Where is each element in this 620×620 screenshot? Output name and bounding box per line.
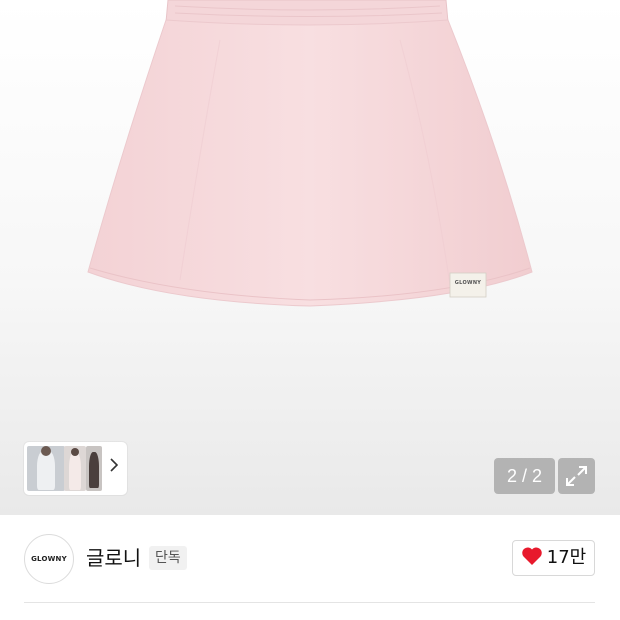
chevron-right-icon[interactable] bbox=[110, 457, 119, 477]
image-pager: 2 / 2 bbox=[494, 458, 555, 494]
thumbnail-2[interactable] bbox=[64, 446, 86, 491]
skirt-brand-tag: GLOWNY bbox=[454, 280, 482, 286]
thumbnail-3[interactable] bbox=[86, 446, 102, 491]
thumbnail-1[interactable] bbox=[27, 446, 65, 491]
brand-row: GLOWNY 글로니 단독 17만 bbox=[0, 515, 620, 602]
product-image-gallery[interactable]: GLOWNY 2 / 2 bbox=[0, 0, 620, 515]
thumbnail-strip[interactable] bbox=[24, 442, 127, 495]
divider bbox=[24, 602, 595, 603]
product-image bbox=[87, 0, 533, 307]
like-count: 17만 bbox=[546, 547, 587, 568]
brand-logo[interactable]: GLOWNY bbox=[24, 534, 74, 584]
expand-icon[interactable] bbox=[558, 458, 595, 494]
exclusive-badge: 단독 bbox=[149, 546, 187, 570]
like-button[interactable]: 17만 bbox=[512, 540, 595, 576]
heart-icon bbox=[521, 546, 543, 570]
brand-name[interactable]: 글로니 bbox=[86, 544, 141, 572]
